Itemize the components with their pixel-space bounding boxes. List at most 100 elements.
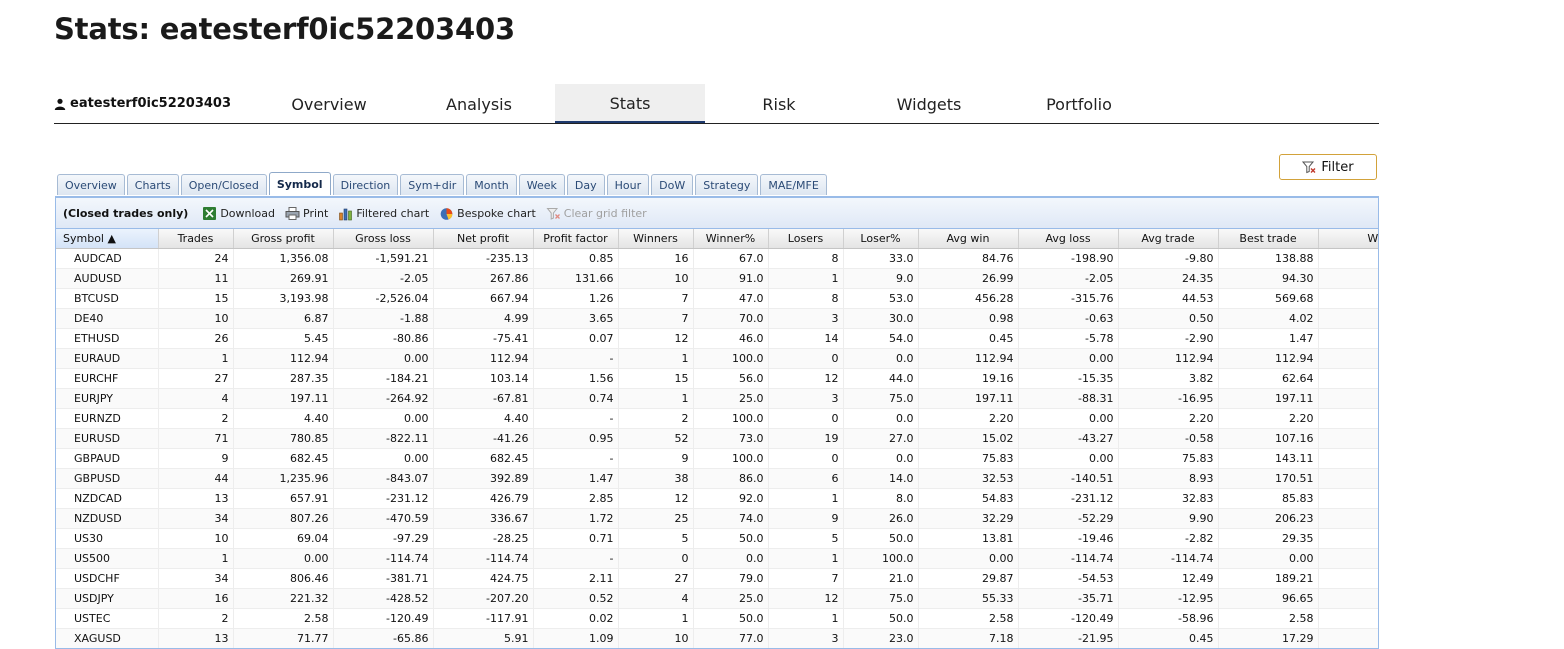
table-row[interactable]: DE40 10 6.87 -1.88 4.99 3.65 7 70.0 3 30.0 0.98 -0.… [56,308,1378,329]
tab-stats[interactable]: Stats [555,84,705,123]
table-cell: 2.20 [918,408,1019,429]
column-header-net-profit[interactable]: Net profit [433,229,534,249]
column-header-avg-win[interactable]: Avg win [918,229,1019,249]
table-row[interactable]: EURNZD 2 4.40 0.00 4.40-2 100.0 0 0.0 2.20 0.00 2.… [56,408,1378,429]
symbol-cell: USDCHF [56,568,159,589]
column-header-gross-profit[interactable]: Gross profit [233,229,334,249]
table-row[interactable]: AUDUSD 11 269.91 -2.05 267.86 131.66 10 91.0 1 9.… [56,268,1378,289]
table-row[interactable]: GBPUSD 44 1,235.96 -843.07 392.89 1.47 38 86.0 6… [56,468,1378,489]
subtab-week[interactable]: Week [518,174,565,195]
clear-grid-filter-button[interactable]: Clear grid filter [546,206,647,221]
table-cell: 8 [768,248,844,269]
column-header-loser[interactable]: Loser% [843,229,919,249]
bespoke-chart-button[interactable]: Bespoke chart [439,206,536,221]
table-cell: 14 [768,328,844,349]
subtab-charts[interactable]: Charts [126,174,179,195]
table-cell: 0.02 [533,608,619,629]
table-cell [1318,568,1378,589]
tab-analysis[interactable]: Analysis [404,84,554,123]
subtab-mae-mfe[interactable]: MAE/MFE [760,174,827,195]
table-row[interactable]: ETHUSD 26 5.45 -80.86 -75.41 0.07 12 46.0 14 54.0… [56,328,1378,349]
symbol-cell: EURNZD [56,408,159,429]
symbol-cell: EURUSD [56,428,159,449]
table-cell: 7 [768,568,844,589]
table-row[interactable]: US30 10 69.04 -97.29 -28.25 0.71 5 50.0 5 50.0 13.… [56,528,1378,549]
table-cell: -843.07 [333,468,434,489]
column-header-profit-factor[interactable]: Profit factor [533,229,619,249]
table-cell: 1.72 [533,508,619,529]
column-header-symbol[interactable]: Symbol ▲ [56,229,159,249]
table-cell: 86.0 [693,468,769,489]
table-cell: 0.0 [843,348,919,369]
table-cell: 15.02 [918,428,1019,449]
column-header-avg-loss[interactable]: Avg loss [1018,229,1119,249]
subtab-symbol[interactable]: Symbol [268,172,331,195]
column-header-avg-trade[interactable]: Avg trade [1118,229,1219,249]
column-header-winners[interactable]: Winners [618,229,694,249]
table-cell: 0.71 [533,528,619,549]
tab-risk[interactable]: Risk [704,84,854,123]
table-cell: 46.0 [693,328,769,349]
subtab-dow[interactable]: DoW [651,174,694,195]
table-cell: -264.92 [333,388,434,409]
tab-widgets[interactable]: Widgets [854,84,1004,123]
subtab-sym-dir[interactable]: Sym+dir [400,174,465,195]
subtab-strategy[interactable]: Strategy [695,174,759,195]
table-cell: 1 [768,608,844,629]
table-row[interactable]: EURAUD 1 112.94 0.00 112.94-1 100.0 0 0.0 112.94… [56,348,1378,369]
table-row[interactable]: NZDUSD 34 807.26 -470.59 336.67 1.72 25 74.0 9 26… [56,508,1378,529]
table-cell: -184.21 [333,368,434,389]
table-cell: -97.29 [333,528,434,549]
table-cell: 143.11 [1218,448,1319,469]
subtab-hour[interactable]: Hour [606,174,650,195]
table-cell: -0.58 [1118,428,1219,449]
stats-grid-panel: (Closed trades only) Download Print Filt… [55,196,1379,649]
table-cell: 1.26 [533,288,619,309]
table-cell: 75.0 [843,388,919,409]
table-cell: 3 [768,308,844,329]
column-header-gross-loss[interactable]: Gross loss [333,229,434,249]
table-row[interactable]: BTCUSD 15 3,193.98 -2,526.04 667.94 1.26 7 47.0… [56,288,1378,309]
table-cell: -16.95 [1118,388,1219,409]
table-cell: 1,356.08 [233,248,334,269]
column-header-losers[interactable]: Losers [768,229,844,249]
table-row[interactable]: USDJPY 16 221.32 -428.52 -207.20 0.52 4 25.0 12 7… [56,588,1378,609]
table-row[interactable]: AUDCAD 24 1,356.08 -1,591.21 -235.13 0.85 16 67… [56,248,1378,269]
symbol-cell: US30 [56,528,159,549]
table-cell: 170.51 [1218,468,1319,489]
subtab-month[interactable]: Month [466,174,517,195]
grid-toolbar: (Closed trades only) Download Print Filt… [56,198,1378,229]
table-cell [1318,248,1378,269]
table-cell: 30.0 [843,308,919,329]
column-header-best-trade[interactable]: Best trade [1218,229,1319,249]
subtab-day[interactable]: Day [566,174,605,195]
table-cell: -19.46 [1018,528,1119,549]
tab-portfolio[interactable]: Portfolio [1004,84,1154,123]
download-button[interactable]: Download [202,206,275,221]
filtered-chart-button[interactable]: Filtered chart [338,206,429,221]
tab-overview[interactable]: Overview [254,84,404,123]
table-row[interactable]: US500 1 0.00 -114.74 -114.74-0 0.0 1 100.0 0.00-… [56,548,1378,569]
subtab-open-closed[interactable]: Open/Closed [180,174,267,195]
table-cell: 69.04 [233,528,334,549]
table-cell: 5.45 [233,328,334,349]
subtab-overview[interactable]: Overview [57,174,125,195]
table-cell: 682.45 [233,448,334,469]
table-row[interactable]: EURUSD 71 780.85 -822.11 -41.26 0.95 52 73.0 19 2… [56,428,1378,449]
table-cell: 9 [768,508,844,529]
table-row[interactable]: USDCHF 34 806.46 -381.71 424.75 2.11 27 79.0 7 21… [56,568,1378,589]
table-cell: 96.65 [1218,588,1319,609]
table-row[interactable]: NZDCAD 13 657.91 -231.12 426.79 2.85 12 92.0 1 8.… [56,488,1378,509]
table-row[interactable]: USTEC 2 2.58 -120.49 -117.91 0.02 1 50.0 1 50.0 2.… [56,608,1378,629]
table-row[interactable]: EURCHF 27 287.35 -184.21 103.14 1.56 15 56.0 12 4… [56,368,1378,389]
subtab-direction[interactable]: Direction [332,174,399,195]
table-cell: -114.74 [1118,548,1219,569]
table-row[interactable]: GBPAUD 9 682.45 0.00 682.45-9 100.0 0 0.0 75.83 0… [56,448,1378,469]
column-header-trades[interactable]: Trades [158,229,234,249]
table-cell: - [533,548,619,569]
print-button[interactable]: Print [285,206,328,221]
table-row[interactable]: EURJPY 4 197.11 -264.92 -67.81 0.74 1 25.0 3 75.0… [56,388,1378,409]
column-header-winner[interactable]: Winner% [693,229,769,249]
filter-button[interactable]: Filter [1279,154,1377,180]
column-header-worst-t[interactable]: Worst t [1318,229,1378,249]
